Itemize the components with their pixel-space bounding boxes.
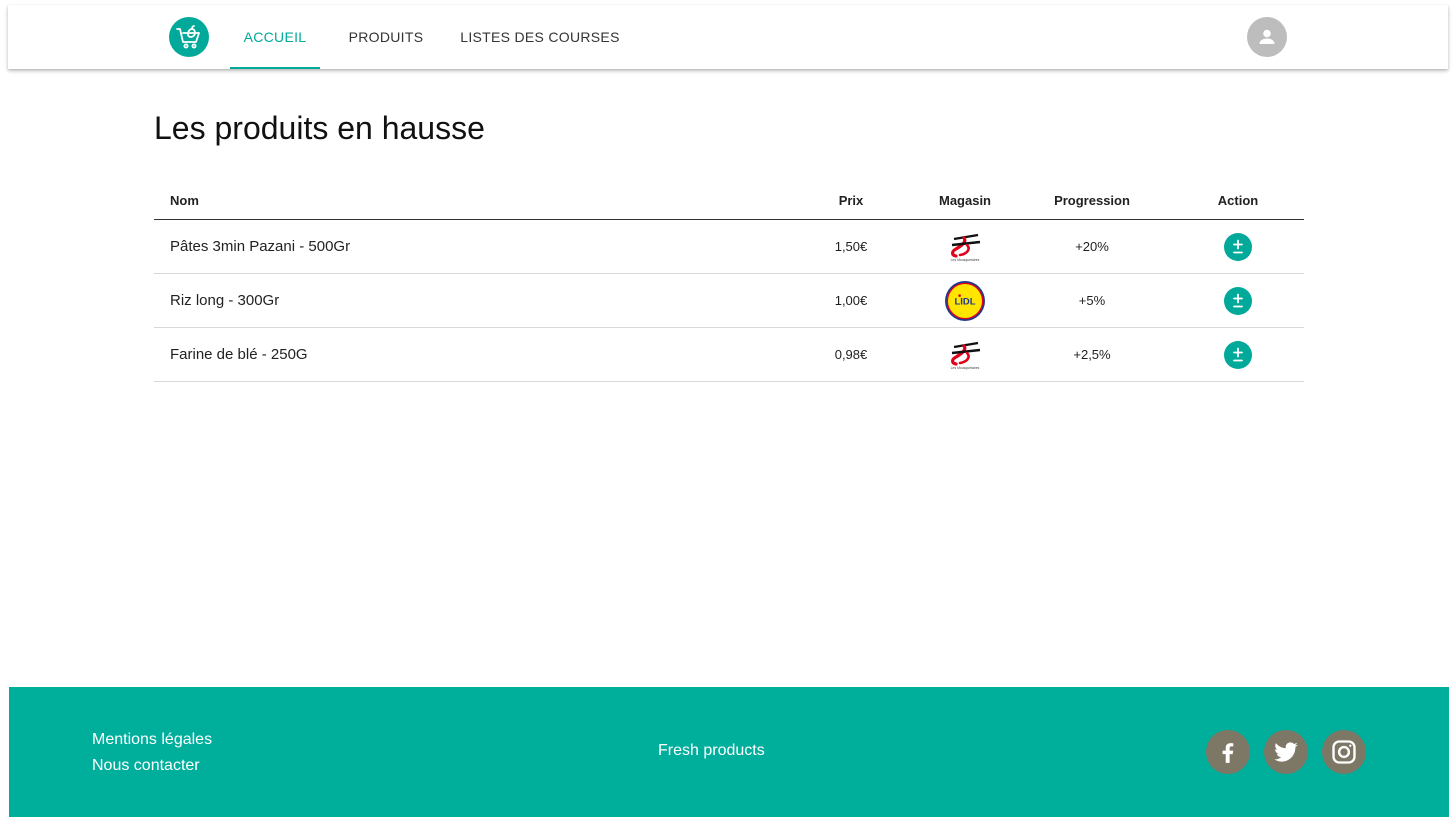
intermarche-logo: Les Mousquetaires xyxy=(951,233,981,262)
store-cell: Les Mousquetaires xyxy=(918,219,1012,274)
product-progression: +2,5% xyxy=(1012,327,1172,382)
column-header-prix: Prix xyxy=(784,181,918,220)
product-name: Pâtes 3min Pazani - 500Gr xyxy=(154,219,784,274)
product-price: 1,00€ xyxy=(784,273,918,328)
table-row: Farine de blé - 250G 0,98€ Les Mousqueta… xyxy=(154,327,1304,382)
footer-links: Mentions légales Nous contacter xyxy=(92,727,212,779)
column-header-magasin: Magasin xyxy=(918,181,1012,220)
instagram-icon xyxy=(1332,740,1356,764)
person-icon xyxy=(1259,29,1275,44)
column-header-nom: Nom xyxy=(154,181,784,220)
add-to-list-button[interactable] xyxy=(1224,340,1252,369)
footer-tagline: Fresh products xyxy=(658,742,765,759)
product-progression: +5% xyxy=(1012,273,1172,328)
app-logo[interactable] xyxy=(169,17,209,57)
footer: Mentions légales Nous contacter Fresh pr… xyxy=(9,687,1449,817)
product-name: Riz long - 300Gr xyxy=(154,273,784,328)
shopping-cart-icon xyxy=(176,25,200,49)
table-header-row: Nom Prix Magasin Progression Action xyxy=(154,181,1304,220)
table-row: Riz long - 300Gr 1,00€ LIDL +5% xyxy=(154,273,1304,328)
svg-text:LIDL: LIDL xyxy=(954,296,975,307)
page-title: Les produits en hausse xyxy=(154,110,485,146)
twitter-icon xyxy=(1274,742,1298,762)
add-to-list-button[interactable] xyxy=(1224,232,1252,261)
svg-text:Les Mousquetaires: Les Mousquetaires xyxy=(951,258,980,262)
column-header-action: Action xyxy=(1172,181,1304,220)
product-price: 0,98€ xyxy=(784,327,918,382)
intermarche-logo: Les Mousquetaires xyxy=(951,341,981,370)
column-header-progression: Progression xyxy=(1012,181,1172,220)
plus-minus-icon xyxy=(1233,293,1243,307)
svg-text:Les Mousquetaires: Les Mousquetaires xyxy=(951,366,980,370)
store-cell: Les Mousquetaires xyxy=(918,327,1012,382)
facebook-icon xyxy=(1222,743,1234,763)
product-progression: +20% xyxy=(1012,219,1172,274)
plus-minus-icon xyxy=(1233,239,1243,253)
contact-link[interactable]: Nous contacter xyxy=(92,753,212,779)
plus-minus-icon xyxy=(1233,347,1243,361)
table-row: Pâtes 3min Pazani - 500Gr 1,50€ Les Mous… xyxy=(154,219,1304,274)
action-cell xyxy=(1172,273,1304,328)
tab-listes-des-courses[interactable]: LISTES DES COURSES xyxy=(460,5,620,69)
product-price: 1,50€ xyxy=(784,219,918,274)
instagram-button[interactable] xyxy=(1322,730,1366,774)
action-cell xyxy=(1172,219,1304,274)
store-cell: LIDL xyxy=(918,273,1012,328)
action-cell xyxy=(1172,327,1304,382)
tab-accueil[interactable]: ACCUEIL xyxy=(230,5,320,69)
product-name: Farine de blé - 250G xyxy=(154,327,784,382)
facebook-button[interactable] xyxy=(1206,730,1250,774)
legal-notice-link[interactable]: Mentions légales xyxy=(92,727,212,753)
top-app-bar: ACCUEIL PRODUITS LISTES DES COURSES xyxy=(8,5,1448,69)
tab-produits[interactable]: PRODUITS xyxy=(344,5,428,69)
add-to-list-button[interactable] xyxy=(1224,286,1252,315)
twitter-button[interactable] xyxy=(1264,730,1308,774)
lidl-logo: LIDL xyxy=(945,280,985,321)
products-table: Nom Prix Magasin Progression Action Pâte… xyxy=(154,181,1304,382)
user-avatar-button[interactable] xyxy=(1247,17,1287,57)
